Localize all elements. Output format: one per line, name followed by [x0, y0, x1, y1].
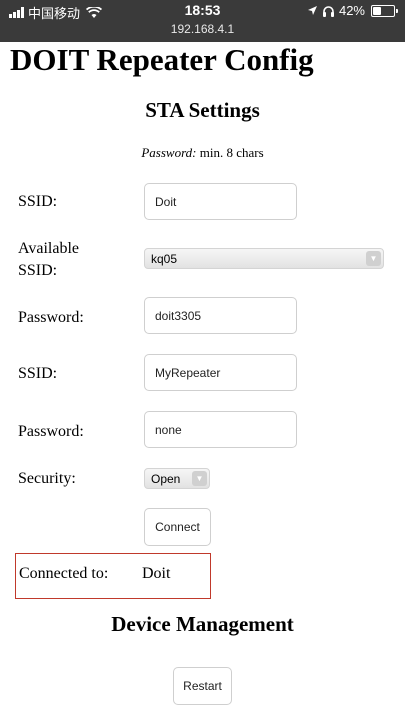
sta-password-label: Password:	[18, 309, 84, 326]
battery-fill	[373, 6, 381, 15]
status-right: 42%	[307, 3, 398, 18]
ap-ssid-input[interactable]	[144, 354, 297, 391]
password-hint-text: min. 8 chars	[196, 145, 264, 160]
connect-button[interactable]: Connect	[144, 508, 211, 546]
sta-ssid-input[interactable]	[144, 183, 297, 220]
connection-status: Connected to: Doit	[15, 553, 211, 599]
connected-to-label: Connected to:	[19, 565, 109, 582]
restart-button[interactable]: Restart	[173, 667, 232, 705]
headphones-icon	[322, 5, 334, 17]
security-value: Open	[151, 472, 181, 486]
connected-to-value: Doit	[142, 565, 171, 582]
available-ssid-label: Available SSID:	[18, 238, 79, 282]
sta-settings-heading: STA Settings	[145, 98, 260, 122]
ap-password-input[interactable]	[144, 411, 297, 448]
location-arrow-icon	[307, 6, 317, 15]
status-bar: 中国移动 18:53 192.168.4.1 42%	[0, 0, 405, 42]
ap-ssid-label: SSID:	[18, 365, 58, 382]
device-management-heading: Device Management	[111, 612, 294, 636]
sta-ssid-label: SSID:	[18, 193, 58, 210]
security-label: Security:	[18, 470, 76, 487]
available-ssid-label-line1: Available	[18, 240, 80, 257]
chevron-down-icon: ▼	[192, 471, 207, 486]
available-ssid-select[interactable]: kq05 ▼	[144, 248, 384, 269]
security-select[interactable]: Open ▼	[144, 468, 210, 489]
password-hint-label: Password:	[141, 145, 197, 160]
address-bar-url[interactable]: 192.168.4.1	[0, 22, 405, 36]
ap-password-label: Password:	[18, 423, 84, 440]
available-ssid-label-line2: SSID:	[18, 262, 58, 279]
available-ssid-value: kq05	[151, 252, 178, 266]
page-title: DOIT Repeater Config	[10, 42, 314, 77]
battery-icon	[371, 4, 398, 17]
password-hint: Password: min. 8 chars	[0, 145, 405, 161]
chevron-down-icon: ▼	[366, 251, 381, 266]
sta-password-input[interactable]	[144, 297, 297, 334]
battery-percent: 42%	[338, 3, 365, 18]
